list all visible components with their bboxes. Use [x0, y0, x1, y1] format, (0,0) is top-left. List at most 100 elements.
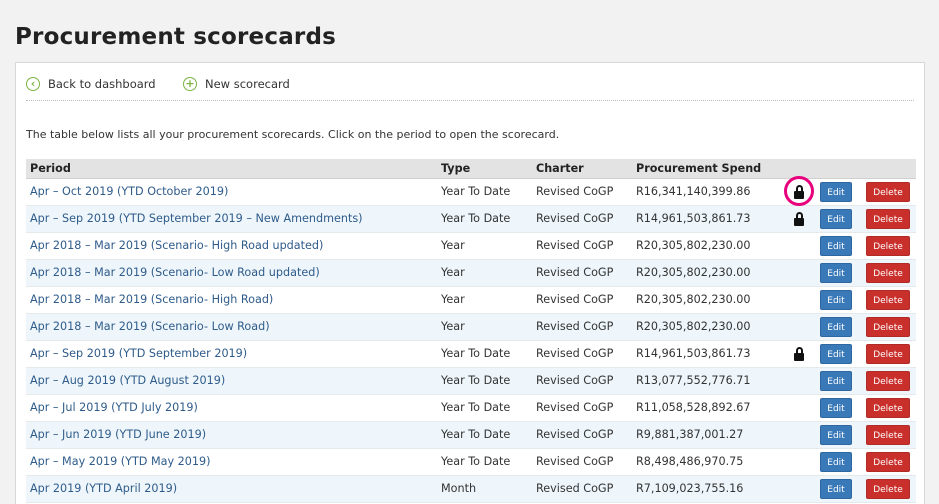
- period-link[interactable]: Apr – Sep 2019 (YTD September 2019): [30, 347, 247, 360]
- period-cell: Apr – Jul 2019 (YTD July 2019): [26, 394, 437, 422]
- delete-button[interactable]: Delete: [866, 451, 910, 472]
- period-link[interactable]: Apr 2018 – Mar 2019 (Scenario- Low Road): [30, 320, 270, 333]
- delete-button[interactable]: Delete: [866, 181, 910, 202]
- delete-button[interactable]: Delete: [866, 208, 910, 229]
- edit-button[interactable]: Edit: [820, 478, 852, 499]
- column-header-delete: [862, 159, 916, 179]
- delete-button[interactable]: Delete: [866, 478, 910, 499]
- new-scorecard-link[interactable]: + New scorecard: [183, 77, 290, 91]
- period-cell: Apr 2018 – Mar 2019 (Scenario- High Road…: [26, 286, 437, 314]
- table-row: Apr – Sep 2019 (YTD September 2019 – New…: [26, 205, 916, 233]
- delete-button[interactable]: Delete: [866, 397, 910, 418]
- edit-cell: Edit: [816, 232, 862, 260]
- edit-cell: Edit: [816, 313, 862, 341]
- table-body: Apr – Oct 2019 (YTD October 2019) Year To…: [26, 175, 916, 503]
- delete-cell: Delete: [862, 475, 916, 503]
- charter-cell: Revised CoGP: [532, 178, 632, 206]
- period-link[interactable]: Apr – May 2019 (YTD May 2019): [30, 455, 211, 468]
- lock-cell: [782, 340, 816, 368]
- plus-circle-icon: +: [183, 77, 197, 91]
- delete-button[interactable]: Delete: [866, 424, 910, 445]
- spend-cell: R13,077,552,776.71: [632, 367, 782, 395]
- column-header-period: Period: [26, 159, 437, 179]
- type-cell: Year To Date: [437, 340, 532, 368]
- period-link[interactable]: Apr 2018 – Mar 2019 (Scenario- High Road…: [30, 293, 273, 306]
- edit-button[interactable]: Edit: [820, 424, 852, 445]
- period-link[interactable]: Apr – Sep 2019 (YTD September 2019 – New…: [30, 212, 363, 225]
- edit-cell: Edit: [816, 367, 862, 395]
- scorecards-table: Period Type Charter Procurement Spend Ap…: [26, 159, 916, 503]
- edit-cell: Edit: [816, 205, 862, 233]
- period-link[interactable]: Apr – Oct 2019 (YTD October 2019): [30, 185, 228, 198]
- edit-cell: Edit: [816, 178, 862, 206]
- page-title: Procurement scorecards: [15, 24, 337, 50]
- spend-cell: R14,961,503,861.73: [632, 205, 782, 233]
- delete-cell: Delete: [862, 421, 916, 449]
- edit-button[interactable]: Edit: [820, 289, 852, 310]
- period-cell: Apr 2018 – Mar 2019 (Scenario- Low Road …: [26, 259, 437, 287]
- period-link[interactable]: Apr – Jun 2019 (YTD June 2019): [30, 428, 206, 441]
- table-row: Apr 2019 (YTD April 2019) Month Revised Co…: [26, 475, 916, 503]
- edit-cell: Edit: [816, 340, 862, 368]
- spend-cell: R7,109,023,755.16: [632, 475, 782, 503]
- table-row: Apr – Aug 2019 (YTD August 2019) Year To …: [26, 367, 916, 395]
- edit-button[interactable]: Edit: [820, 316, 852, 337]
- edit-button[interactable]: Edit: [820, 451, 852, 472]
- delete-cell: Delete: [862, 178, 916, 206]
- edit-button[interactable]: Edit: [820, 370, 852, 391]
- delete-cell: Delete: [862, 313, 916, 341]
- type-cell: Year: [437, 232, 532, 260]
- delete-button[interactable]: Delete: [866, 289, 910, 310]
- edit-button[interactable]: Edit: [820, 208, 852, 229]
- toolbar: ‹ Back to dashboard + New scorecard: [26, 77, 914, 101]
- type-cell: Year To Date: [437, 421, 532, 449]
- charter-cell: Revised CoGP: [532, 367, 632, 395]
- lock-icon: [794, 211, 804, 226]
- type-cell: Year To Date: [437, 367, 532, 395]
- table-row: Apr 2018 – Mar 2019 (Scenario- Low Road …: [26, 259, 916, 287]
- table-row: Apr – Sep 2019 (YTD September 2019) Year …: [26, 340, 916, 368]
- edit-button[interactable]: Edit: [820, 181, 852, 202]
- edit-button[interactable]: Edit: [820, 397, 852, 418]
- period-link[interactable]: Apr – Jul 2019 (YTD July 2019): [30, 401, 198, 414]
- lock-cell: [782, 367, 816, 395]
- arrow-left-circle-icon: ‹: [26, 77, 40, 91]
- delete-cell: Delete: [862, 205, 916, 233]
- delete-cell: Delete: [862, 340, 916, 368]
- delete-cell: Delete: [862, 232, 916, 260]
- period-link[interactable]: Apr 2019 (YTD April 2019): [30, 482, 177, 495]
- edit-button[interactable]: Edit: [820, 343, 852, 364]
- edit-button[interactable]: Edit: [820, 262, 852, 283]
- lock-cell: [782, 421, 816, 449]
- type-cell: Year To Date: [437, 205, 532, 233]
- delete-button[interactable]: Delete: [866, 343, 910, 364]
- edit-button[interactable]: Edit: [820, 235, 852, 256]
- spend-cell: R20,305,802,230.00: [632, 313, 782, 341]
- charter-cell: Revised CoGP: [532, 448, 632, 476]
- delete-button[interactable]: Delete: [866, 262, 910, 283]
- spend-cell: R20,305,802,230.00: [632, 286, 782, 314]
- delete-button[interactable]: Delete: [866, 235, 910, 256]
- type-cell: Year To Date: [437, 178, 532, 206]
- delete-button[interactable]: Delete: [866, 316, 910, 337]
- delete-cell: Delete: [862, 367, 916, 395]
- period-link[interactable]: Apr 2018 – Mar 2019 (Scenario- Low Road …: [30, 266, 320, 279]
- lock-cell: [782, 313, 816, 341]
- column-header-edit: [816, 159, 862, 179]
- delete-button[interactable]: Delete: [866, 370, 910, 391]
- table-row: Apr – May 2019 (YTD May 2019) Year To Dat…: [26, 448, 916, 476]
- back-to-dashboard-link[interactable]: ‹ Back to dashboard: [26, 77, 156, 91]
- charter-cell: Revised CoGP: [532, 475, 632, 503]
- period-link[interactable]: Apr – Aug 2019 (YTD August 2019): [30, 374, 225, 387]
- intro-text: The table below lists all your procureme…: [26, 128, 560, 141]
- type-cell: Year: [437, 313, 532, 341]
- back-to-dashboard-label: Back to dashboard: [48, 77, 156, 91]
- period-link[interactable]: Apr 2018 – Mar 2019 (Scenario- High Road…: [30, 239, 323, 252]
- charter-cell: Revised CoGP: [532, 205, 632, 233]
- charter-cell: Revised CoGP: [532, 286, 632, 314]
- edit-cell: Edit: [816, 421, 862, 449]
- charter-cell: Revised CoGP: [532, 259, 632, 287]
- highlight-ring-annotation: [784, 175, 814, 206]
- delete-cell: Delete: [862, 259, 916, 287]
- charter-cell: Revised CoGP: [532, 394, 632, 422]
